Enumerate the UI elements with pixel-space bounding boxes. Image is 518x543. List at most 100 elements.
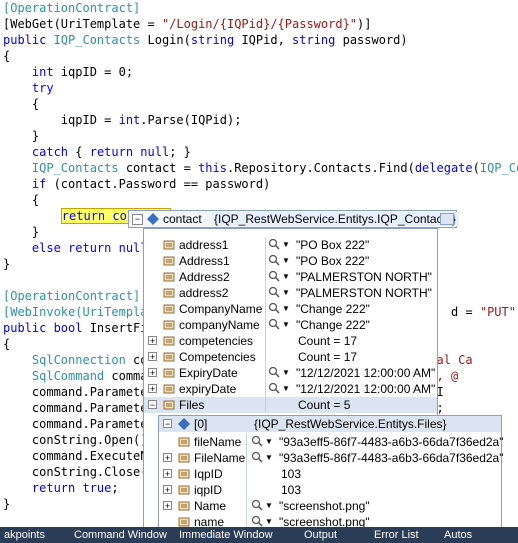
code-token: "/Login/{IQPid}/{Password}" [161, 17, 358, 31]
dropdown-arrow-icon[interactable]: ▼ [282, 253, 290, 269]
member-row[interactable]: + ExpiryDate ▼ "12/12/2021 12:00:00 AM" [144, 365, 437, 381]
member-value[interactable]: "PALMERSTON NORTH" [296, 285, 432, 301]
magnifier-icon[interactable] [268, 366, 280, 378]
member-value[interactable]: "PO Box 222" [296, 253, 369, 269]
member-name: Files [179, 398, 205, 412]
collapse-icon[interactable]: − [132, 214, 143, 225]
expand-icon[interactable]: + [163, 501, 172, 511]
magnifier-icon[interactable] [268, 238, 280, 250]
expand-icon[interactable]: + [148, 352, 157, 362]
tool-window-tab[interactable]: Immediate Window [179, 529, 273, 541]
member-name: Address1 [179, 254, 230, 268]
expand-icon[interactable]: + [163, 485, 172, 495]
expand-icon[interactable]: + [163, 469, 172, 479]
dropdown-arrow-icon[interactable]: ▼ [282, 381, 290, 397]
pin-icon[interactable] [440, 213, 454, 225]
member-value[interactable]: "93a3eff5-86f7-4483-a6b3-66da7f36ed2a" [279, 450, 504, 466]
member-value[interactable]: "screenshot.png" [279, 498, 370, 514]
column-separator [265, 253, 266, 269]
magnifier-icon[interactable] [268, 318, 280, 330]
files-expanded-panel[interactable]: − [0] {IQP_RestWebService.Entitys.Files}… [158, 415, 504, 535]
dropdown-arrow-icon[interactable]: ▼ [265, 450, 273, 466]
datatip-header[interactable]: − contact {IQP_RestWebService.Entitys.IQ… [128, 210, 459, 228]
code-token: SqlConnection [3, 353, 126, 367]
member-row[interactable]: fileName ▼ "93a3eff5-86f7-4483-a6b3-66da7f… [159, 434, 504, 450]
code-line: int iqpID = 0; [3, 64, 133, 80]
member-row[interactable]: + expiryDate ▼ "12/12/2021 12:00:00 AM" [144, 381, 437, 397]
member-value[interactable]: Count = 5 [298, 397, 350, 413]
tool-window-tab[interactable]: Command Window [74, 529, 167, 541]
member-value[interactable]: "PALMERSTON NORTH" [296, 269, 432, 285]
property-icon [163, 352, 175, 362]
code-token: } [3, 497, 11, 511]
code-line: conString.Open(); [3, 432, 155, 448]
tool-window-tab[interactable]: akpoints [4, 529, 45, 541]
member-row[interactable]: CompanyName ▼ "Change 222" [144, 301, 437, 317]
member-row[interactable]: Address1 ▼ "PO Box 222" [144, 253, 437, 269]
member-value[interactable]: 103 [281, 466, 301, 482]
member-row[interactable]: Address2 ▼ "PALMERSTON NORTH" [144, 269, 437, 285]
member-name: expiryDate [179, 382, 237, 396]
files-item-row[interactable]: − [0] {IQP_RestWebService.Entitys.Files} [159, 416, 501, 432]
member-value[interactable]: "12/12/2021 12:00:00 AM" [296, 365, 435, 381]
member-row[interactable]: + competencies Count = 17 [144, 333, 437, 349]
magnifier-icon[interactable] [268, 382, 280, 394]
dropdown-arrow-icon[interactable]: ▼ [282, 237, 290, 253]
dropdown-arrow-icon[interactable]: ▼ [282, 301, 290, 317]
member-row[interactable]: + Competencies Count = 17 [144, 349, 437, 365]
magnifier-icon[interactable] [251, 515, 263, 527]
tool-window-tab[interactable]: Output [304, 529, 337, 541]
member-row[interactable]: + FileName ▼ "93a3eff5-86f7-4483-a6b3-66da7… [159, 450, 504, 466]
dropdown-arrow-icon[interactable]: ▼ [282, 269, 290, 285]
member-value[interactable]: "12/12/2021 12:00:00 AM" [296, 381, 435, 397]
member-row[interactable]: address1 ▼ "PO Box 222" [144, 237, 437, 253]
magnifier-icon[interactable] [251, 451, 263, 463]
magnifier-icon[interactable] [268, 286, 280, 298]
code-token: iqpID = 0; [53, 65, 134, 79]
dropdown-arrow-icon[interactable]: ▼ [282, 285, 290, 301]
dropdown-arrow-icon[interactable]: ▼ [282, 365, 290, 381]
member-row[interactable]: − Files Count = 5 [144, 397, 437, 413]
magnifier-icon[interactable] [268, 270, 280, 282]
member-value[interactable]: Count = 17 [298, 349, 357, 365]
member-name: Address2 [179, 270, 230, 284]
magnifier-icon[interactable] [251, 435, 263, 447]
property-icon [178, 485, 190, 495]
member-row[interactable]: + IqpID 103 [159, 466, 501, 482]
code-line: } [3, 224, 39, 240]
code-token: else return null [3, 241, 148, 255]
member-row[interactable]: + iqpID 103 [159, 482, 501, 498]
column-separator [246, 466, 247, 482]
dropdown-arrow-icon[interactable]: ▼ [265, 434, 273, 450]
collapse-icon[interactable]: − [148, 400, 157, 410]
property-icon [178, 437, 190, 447]
member-value[interactable]: "PO Box 222" [296, 237, 369, 253]
tool-window-tab[interactable]: Autos [444, 529, 472, 541]
member-value[interactable]: "93a3eff5-86f7-4483-a6b3-66da7f36ed2a" [279, 434, 504, 450]
dropdown-arrow-icon[interactable]: ▼ [265, 498, 273, 514]
code-line: conString.Close(); [3, 464, 162, 480]
member-row[interactable]: + Name ▼ "screenshot.png" [159, 498, 501, 514]
column-separator [246, 498, 247, 514]
dropdown-arrow-icon[interactable]: ▼ [282, 317, 290, 333]
magnifier-icon[interactable] [268, 254, 280, 266]
code-line: try [3, 80, 54, 96]
member-value[interactable]: "Change 222" [296, 301, 370, 317]
code-token: if [3, 177, 47, 191]
member-row[interactable]: address2 ▼ "PALMERSTON NORTH" [144, 285, 437, 301]
expand-icon[interactable]: + [148, 384, 157, 394]
code-line: catch { return null; } [3, 144, 191, 160]
column-separator [246, 434, 247, 450]
expand-icon[interactable]: + [148, 368, 157, 378]
member-value[interactable]: Count = 17 [298, 333, 357, 349]
magnifier-icon[interactable] [251, 499, 263, 511]
code-token: } [3, 257, 11, 271]
magnifier-icon[interactable] [268, 302, 280, 314]
collapse-icon[interactable]: − [163, 419, 172, 429]
expand-icon[interactable]: + [163, 453, 172, 463]
expand-icon[interactable]: + [148, 336, 157, 346]
tool-window-tab[interactable]: Error List [374, 529, 419, 541]
member-value[interactable]: 103 [281, 482, 301, 498]
member-row[interactable]: companyName ▼ "Change 222" [144, 317, 437, 333]
member-value[interactable]: "Change 222" [296, 317, 370, 333]
